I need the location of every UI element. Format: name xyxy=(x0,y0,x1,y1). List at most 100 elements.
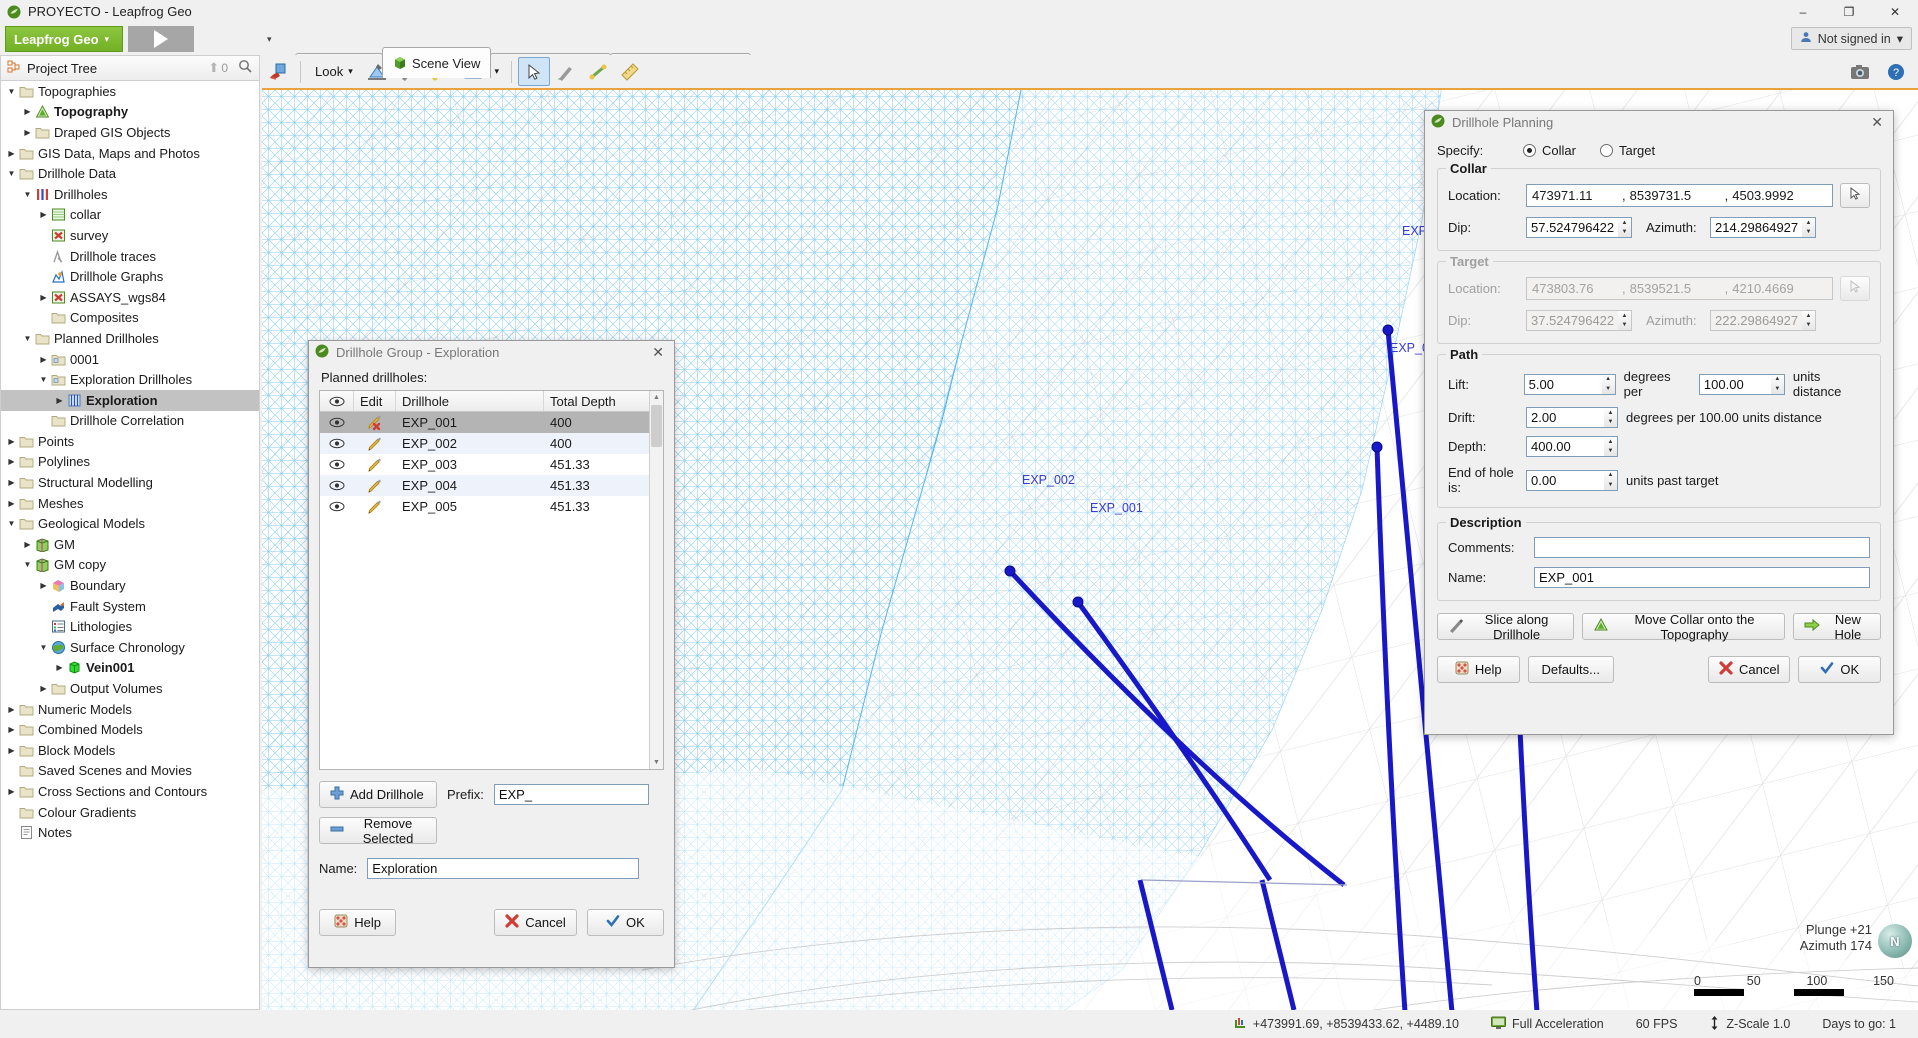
tree-item-combined-models[interactable]: ▶ Combined Models xyxy=(1,719,259,740)
chevron-right-icon[interactable]: ▶ xyxy=(53,663,66,672)
search-icon[interactable] xyxy=(238,59,253,77)
lift-input[interactable] xyxy=(1523,373,1602,395)
tree-item-exploration-drillholes[interactable]: ▼ Exploration Drillholes xyxy=(1,369,259,390)
select-tool-icon[interactable] xyxy=(517,57,550,86)
project-tree[interactable]: ▼ Topographies ▶ Topography ▶ Draped GIS Obje… xyxy=(0,81,260,1010)
not-signed-in-button[interactable]: Not signed in ▾ xyxy=(1790,27,1912,50)
pencil-icon[interactable] xyxy=(354,436,396,452)
tree-item-vein001[interactable]: ▶ Vein001 xyxy=(1,658,259,679)
visibility-toggle[interactable] xyxy=(320,501,354,512)
drillhole-table-row[interactable]: EXP_005 451.33 xyxy=(320,496,649,517)
chevron-right-icon[interactable]: ▶ xyxy=(5,705,18,714)
tree-item-topographies[interactable]: ▼ Topographies xyxy=(1,81,259,102)
chevron-down-icon[interactable]: ▼ xyxy=(5,519,18,528)
scroll-up-icon[interactable]: ▲ xyxy=(653,394,660,401)
chevron-right-icon[interactable]: ▶ xyxy=(5,746,18,755)
drift-spinner[interactable]: ▲▼ xyxy=(1526,407,1618,428)
tree-item-boundary[interactable]: ▶ Boundary xyxy=(1,575,259,596)
lift-spinner[interactable]: ▲▼ xyxy=(1523,373,1616,395)
spinner-buttons[interactable]: ▲ ▼ xyxy=(1604,407,1618,428)
specify-collar-radio[interactable]: Collar xyxy=(1523,143,1576,158)
tree-item-fault-system[interactable]: Fault System xyxy=(1,596,259,617)
chevron-down-icon[interactable]: ▼ xyxy=(37,375,50,384)
upload-arrow-icon[interactable]: ⬆ xyxy=(208,60,219,76)
remove-selected-button[interactable]: Remove Selected xyxy=(319,816,437,846)
chevron-right-icon[interactable]: ▶ xyxy=(5,499,18,508)
tree-item-geological-models[interactable]: ▼ Geological Models xyxy=(1,513,259,534)
spinner-buttons[interactable]: ▲ ▼ xyxy=(1618,217,1632,238)
tree-item-notes[interactable]: Notes xyxy=(1,822,259,843)
status-zscale[interactable]: Z-Scale 1.0 xyxy=(1693,1015,1806,1033)
chevron-right-icon[interactable]: ▶ xyxy=(37,210,50,219)
chevron-right-icon[interactable]: ▶ xyxy=(37,355,50,364)
tree-item-lithologies[interactable]: Lithologies xyxy=(1,616,259,637)
chevron-right-icon[interactable]: ▶ xyxy=(21,540,34,549)
tree-item-survey[interactable]: survey xyxy=(1,225,259,246)
tree-item-block-models[interactable]: ▶ Block Models xyxy=(1,740,259,761)
tree-item-drillhole-correlation[interactable]: Drillhole Correlation xyxy=(1,411,259,432)
split-view-chevron-icon[interactable]: ▾ xyxy=(489,57,505,86)
tree-item-colour-gradients[interactable]: Colour Gradients xyxy=(1,802,259,823)
drillhole-table-row[interactable]: EXP_003 451.33 xyxy=(320,454,649,475)
depth-spinner[interactable]: ▲▼ xyxy=(1526,436,1618,457)
lift-per-input[interactable] xyxy=(1698,373,1771,395)
tree-item-planned-drillholes[interactable]: ▼ Planned Drillholes xyxy=(1,328,259,349)
chevron-right-icon[interactable]: ▶ xyxy=(21,128,34,137)
tree-item-structural-modelling[interactable]: ▶ Structural Modelling xyxy=(1,472,259,493)
chevron-down-icon[interactable]: ▼ xyxy=(5,87,18,96)
pencil-icon[interactable] xyxy=(354,478,396,494)
spinner-buttons[interactable]: ▲ ▼ xyxy=(1604,436,1618,457)
chevron-right-icon[interactable]: ▶ xyxy=(5,437,18,446)
drillhole-group-dialog[interactable]: Drillhole Group - Exploration ✕ Planned … xyxy=(308,340,675,968)
scene-settings-icon[interactable] xyxy=(262,57,294,86)
drillhole-planning-dialog[interactable]: Drillhole Planning ✕ Specify: Collar Tar… xyxy=(1424,110,1894,735)
visibility-toggle[interactable] xyxy=(320,438,354,449)
pencil-delete-icon[interactable] xyxy=(354,415,396,431)
slice-along-drillhole-button[interactable]: Slice along Drillhole xyxy=(1437,612,1575,642)
tab-scene-view[interactable]: Scene View xyxy=(381,47,492,78)
drillhole-table-row[interactable]: EXP_001 400 xyxy=(320,412,649,433)
look-button[interactable]: Look ▾ xyxy=(307,64,361,79)
scroll-down-icon[interactable]: ▼ xyxy=(653,759,660,766)
ok-button[interactable]: OK xyxy=(586,909,664,936)
tree-item-gis-data-maps-and-photos[interactable]: ▶ GIS Data, Maps and Photos xyxy=(1,143,259,164)
collar-location-y[interactable]: 8539731.5 xyxy=(1630,188,1725,203)
move-collar-button[interactable]: Move Collar onto the Topography xyxy=(1582,612,1785,642)
tree-item-topography[interactable]: ▶ Topography xyxy=(1,102,259,123)
spinner-buttons[interactable]: ▲ ▼ xyxy=(1770,373,1785,395)
spinner-buttons[interactable]: ▲ ▼ xyxy=(1601,373,1616,395)
lift-per-spinner[interactable]: ▲▼ xyxy=(1698,373,1785,395)
chevron-right-icon[interactable]: ▶ xyxy=(5,478,18,487)
chevron-down-icon[interactable]: ▼ xyxy=(37,643,50,652)
visibility-toggle[interactable] xyxy=(320,480,354,491)
planning-cancel-button[interactable]: Cancel xyxy=(1707,656,1791,683)
maximize-button[interactable]: ❐ xyxy=(1826,0,1872,23)
tree-item-0001[interactable]: ▶ 0001 xyxy=(1,349,259,370)
collar-location-z[interactable]: 4503.9992 xyxy=(1732,188,1793,203)
drillhole-table-row[interactable]: EXP_002 400 xyxy=(320,433,649,454)
specify-target-radio[interactable]: Target xyxy=(1599,143,1655,158)
tree-item-output-volumes[interactable]: ▶ Output Volumes xyxy=(1,678,259,699)
visibility-toggle[interactable] xyxy=(320,459,354,470)
tree-item-saved-scenes-and-movies[interactable]: Saved Scenes and Movies xyxy=(1,761,259,782)
tree-item-exploration[interactable]: ▶ Exploration xyxy=(1,389,259,411)
depth-input[interactable] xyxy=(1526,436,1604,457)
compass-globe-icon[interactable]: N xyxy=(1878,924,1912,958)
tree-item-collar[interactable]: ▶ collar xyxy=(1,205,259,226)
tree-item-gm[interactable]: ▶ GM xyxy=(1,534,259,555)
chevron-right-icon[interactable]: ▶ xyxy=(53,396,66,405)
chevron-right-icon[interactable]: ▶ xyxy=(37,293,50,302)
minimize-button[interactable]: – xyxy=(1780,0,1826,23)
leapfrog-geo-menu-button[interactable]: Leapfrog Geo ▾ xyxy=(5,26,123,52)
collar-azimuth-spinner[interactable]: ▲▼ xyxy=(1710,217,1816,238)
tree-item-drillholes[interactable]: ▼ Drillholes xyxy=(1,184,259,205)
add-drillhole-button[interactable]: Add Drillhole xyxy=(319,781,437,808)
collar-pick-location-button[interactable] xyxy=(1840,183,1870,208)
tree-item-composites[interactable]: Composites xyxy=(1,308,259,329)
spinner-buttons[interactable]: ▲ ▼ xyxy=(1802,217,1816,238)
chevron-right-icon[interactable]: ▶ xyxy=(37,684,50,693)
prefix-input[interactable] xyxy=(493,784,649,805)
tree-item-gm-copy[interactable]: ▼ GM copy xyxy=(1,555,259,576)
polyline-tool-icon[interactable] xyxy=(582,57,614,86)
chevron-right-icon[interactable]: ▶ xyxy=(21,107,34,116)
